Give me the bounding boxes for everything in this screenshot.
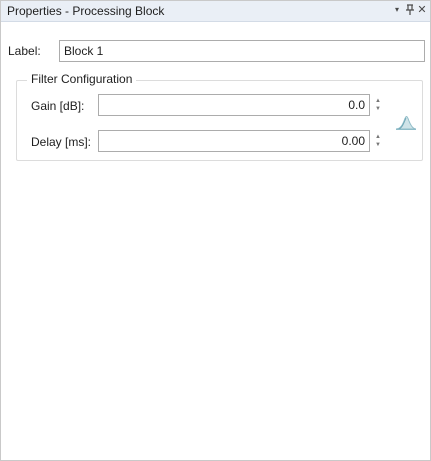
panel-titlebar: Properties - Processing Block ▾ ✕ xyxy=(1,1,430,22)
delay-spinner[interactable]: ▲ ▼ xyxy=(373,133,383,149)
label-caption: Label: xyxy=(8,44,41,58)
filter-configuration-legend: Filter Configuration xyxy=(27,72,137,86)
chevron-down-icon[interactable]: ▾ xyxy=(390,2,404,18)
gain-spin-down-icon[interactable]: ▼ xyxy=(373,105,383,113)
delay-spin-down-icon[interactable]: ▼ xyxy=(373,141,383,149)
gain-input[interactable] xyxy=(98,94,370,116)
waveform-icon[interactable] xyxy=(395,113,417,131)
label-input[interactable] xyxy=(59,40,425,62)
panel-title: Properties - Processing Block xyxy=(7,4,165,18)
delay-input[interactable] xyxy=(98,130,370,152)
filter-configuration-group: Filter Configuration Gain [dB]: ▲ ▼ Dela… xyxy=(16,72,423,161)
delay-caption: Delay [ms]: xyxy=(31,135,92,149)
gain-spinner[interactable]: ▲ ▼ xyxy=(373,97,383,113)
properties-panel: Properties - Processing Block ▾ ✕ Label:… xyxy=(0,0,431,461)
gain-spin-up-icon[interactable]: ▲ xyxy=(373,97,383,105)
close-icon[interactable]: ✕ xyxy=(415,2,429,18)
gain-caption: Gain [dB]: xyxy=(31,99,85,113)
delay-spin-up-icon[interactable]: ▲ xyxy=(373,133,383,141)
